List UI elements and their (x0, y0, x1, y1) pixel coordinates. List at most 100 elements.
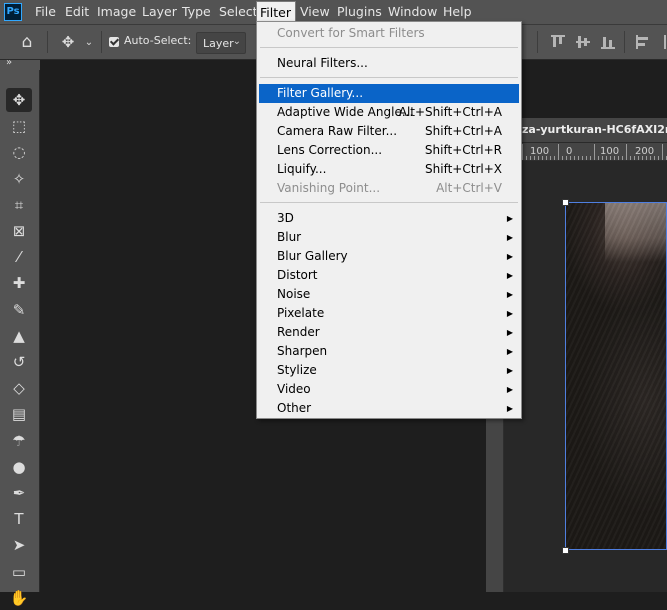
chevron-down-icon[interactable]: ⌄ (82, 30, 96, 54)
blur-tool[interactable]: ☂ (6, 429, 32, 453)
menu-item-adaptive-wide-angle[interactable]: Adaptive Wide Angle... Alt+Shift+Ctrl+A (259, 103, 519, 122)
ruler-tick (622, 156, 623, 160)
menu-type[interactable]: Type (182, 0, 211, 24)
menu-item-label: Adaptive Wide Angle... (277, 105, 414, 119)
menu-item-convert-for-smart-filters: Convert for Smart Filters (259, 24, 519, 43)
menu-file[interactable]: File (35, 0, 56, 24)
menu-item-noise[interactable]: Noise ▶ (259, 285, 519, 304)
toolbox: ✥ ⬚ ◌ ✧ ⌗ ⊠ ⁄ ✚ ✎ ▲ ↺ ◇ ▤ ☂ ● ✒ T ➤ ▭ ✋ (0, 70, 40, 607)
eyedropper-tool[interactable]: ⁄ (6, 245, 32, 269)
ruler-tick (574, 156, 575, 160)
submenu-arrow-icon: ▶ (506, 233, 513, 242)
menu-filter[interactable]: Filter (256, 1, 296, 23)
menu-item-distort[interactable]: Distort ▶ (259, 266, 519, 285)
menu-item-other[interactable]: Other ▶ (259, 399, 519, 418)
submenu-arrow-icon: ▶ (506, 290, 513, 299)
type-tool[interactable]: T (6, 507, 32, 531)
toolbox-collapse-bar[interactable]: » (0, 57, 40, 70)
menu-item-label: Camera Raw Filter... (277, 124, 398, 138)
menu-item-liquify[interactable]: Liquify... Shift+Ctrl+X (259, 160, 519, 179)
ruler-tick (602, 156, 603, 160)
blur-icon: ☂ (12, 431, 26, 450)
ruler-tick (582, 156, 583, 160)
home-icon[interactable]: ⌂ (14, 30, 40, 54)
clone-stamp-tool[interactable]: ▲ (6, 324, 32, 348)
menu-item-shortcut: Alt+Shift+Ctrl+A (398, 105, 502, 119)
menu-item-video[interactable]: Video ▶ (259, 380, 519, 399)
menu-separator (260, 202, 518, 203)
marquee-tool[interactable]: ⬚ (6, 114, 32, 138)
align-left-icon[interactable] (636, 35, 650, 49)
ruler-tick (558, 144, 559, 160)
menu-item-label: Convert for Smart Filters (277, 26, 425, 40)
menu-layer[interactable]: Layer (142, 0, 177, 24)
menu-separator (260, 47, 518, 48)
pen-tool[interactable]: ✒ (6, 481, 32, 505)
menu-item-3d[interactable]: 3D ▶ (259, 209, 519, 228)
chevron-down-icon: ⌄ (232, 36, 241, 47)
transform-handle-top-left[interactable] (562, 199, 569, 206)
collapse-icon[interactable]: » (6, 57, 12, 68)
menu-item-stylize[interactable]: Stylize ▶ (259, 361, 519, 380)
dodge-tool[interactable]: ● (6, 455, 32, 479)
gradient-tool[interactable]: ▤ (6, 402, 32, 426)
align-vertical-center-icon[interactable] (576, 35, 590, 49)
magic-wand-tool[interactable]: ✧ (6, 167, 32, 191)
menu-item-label: Stylize (277, 363, 317, 377)
menu-item-label: Filter Gallery... (277, 86, 364, 100)
menu-item-lens-correction[interactable]: Lens Correction... Shift+Ctrl+R (259, 141, 519, 160)
options-divider (624, 31, 625, 53)
frame-tool[interactable]: ⊠ (6, 219, 32, 243)
move-tool[interactable]: ✥ (6, 88, 32, 112)
menu-item-blur-gallery[interactable]: Blur Gallery ▶ (259, 247, 519, 266)
menu-item-label: Liquify... (277, 162, 327, 176)
brush-tool[interactable]: ✎ (6, 298, 32, 322)
ruler-tick (662, 144, 663, 160)
menu-select[interactable]: Select (219, 0, 258, 24)
healing-brush-tool[interactable]: ✚ (6, 271, 32, 295)
auto-select-target-dropdown[interactable]: Layer ⌄ (196, 32, 246, 54)
submenu-arrow-icon: ▶ (506, 309, 513, 318)
hand-tool[interactable]: ✋ (6, 586, 32, 610)
rectangle-tool[interactable]: ▭ (6, 560, 32, 584)
move-icon: ✥ (12, 91, 26, 109)
align-top-icon[interactable] (551, 35, 565, 49)
menu-item-blur[interactable]: Blur ▶ (259, 228, 519, 247)
history-brush-tool[interactable]: ↺ (6, 350, 32, 374)
menu-item-camera-raw-filter[interactable]: Camera Raw Filter... Shift+Ctrl+A (259, 122, 519, 141)
menu-item-sharpen[interactable]: Sharpen ▶ (259, 342, 519, 361)
auto-select-checkbox[interactable] (109, 37, 119, 47)
gradient-icon: ▤ (11, 405, 27, 424)
menu-item-shortcut: Alt+Ctrl+V (436, 181, 502, 195)
transform-handle-bottom-left[interactable] (562, 547, 569, 554)
menu-item-label: Neural Filters... (277, 56, 368, 70)
ruler-tick (610, 156, 611, 160)
align-horizontal-center-icon[interactable] (658, 35, 667, 49)
ruler-tick (526, 156, 527, 160)
type-icon: T (14, 510, 24, 529)
ruler-tick (586, 156, 587, 160)
arrow-icon: ➤ (12, 536, 26, 555)
menu-item-neural-filters[interactable]: Neural Filters... (259, 54, 519, 73)
menu-item-render[interactable]: Render ▶ (259, 323, 519, 342)
auto-select-target-value: Layer (203, 37, 234, 50)
ruler-tick (638, 156, 639, 160)
lasso-tool[interactable]: ◌ (6, 140, 32, 164)
menu-item-filter-gallery[interactable]: Filter Gallery... (259, 84, 519, 103)
move-tool-preset-icon[interactable]: ✥ (56, 30, 80, 54)
ruler-tick (598, 156, 599, 160)
ruler-tick (634, 156, 635, 160)
path-selection-tool[interactable]: ➤ (6, 533, 32, 557)
menu-item-shortcut: Shift+Ctrl+R (424, 143, 502, 157)
submenu-arrow-icon: ▶ (506, 366, 513, 375)
menu-edit[interactable]: Edit (65, 0, 89, 24)
eraser-tool[interactable]: ◇ (6, 376, 32, 400)
document-tab-title: za-yurtkuran-HC6fAXI2nTY- (522, 123, 667, 136)
magic-wand-icon: ✧ (12, 169, 26, 188)
crop-tool[interactable]: ⌗ (6, 193, 32, 217)
menu-item-pixelate[interactable]: Pixelate ▶ (259, 304, 519, 323)
align-bottom-icon[interactable] (601, 35, 615, 49)
ruler-tick (630, 156, 631, 160)
menu-image[interactable]: Image (97, 0, 136, 24)
submenu-arrow-icon: ▶ (506, 214, 513, 223)
